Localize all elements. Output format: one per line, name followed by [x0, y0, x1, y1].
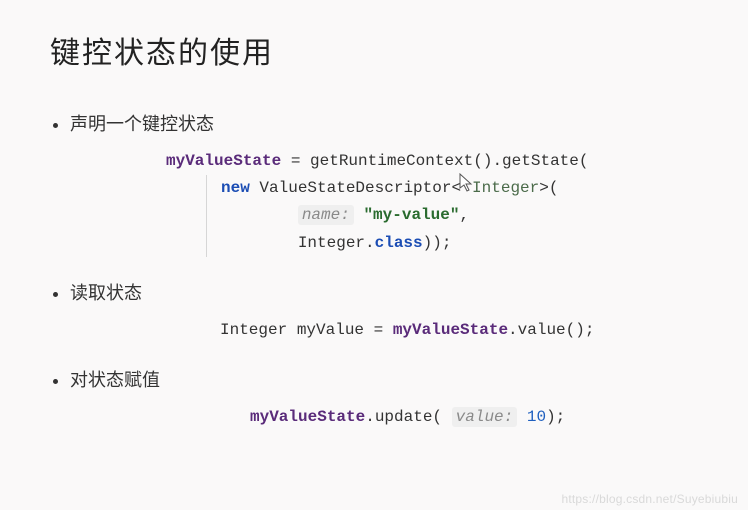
slide-title: 键控状态的使用: [50, 28, 698, 72]
mouse-cursor-icon: [461, 179, 472, 196]
code-block-update: myValueState.update( value: 10);: [70, 404, 698, 431]
bullet-declare-state: 声明一个键控状态 myValueState = getRuntimeContex…: [70, 110, 698, 257]
code-string: "my-value": [363, 206, 459, 224]
bullet-label: 对状态赋值: [70, 366, 160, 392]
code-var: myValueState: [393, 321, 508, 339]
code-text: = getRuntimeContext().getState(: [281, 152, 588, 170]
code-block-read: Integer myValue = myValueState.value();: [70, 317, 698, 344]
slide-content: 键控状态的使用 声明一个键控状态 myValueState = getRunti…: [0, 0, 748, 431]
bullet-read-state: 读取状态 Integer myValue = myValueState.valu…: [70, 279, 698, 344]
param-hint-value: value:: [452, 407, 518, 427]
bullet-update-state: 对状态赋值 myValueState.update( value: 10);: [70, 366, 698, 431]
code-text: >(: [539, 179, 558, 197]
code-var: myValueState: [250, 408, 365, 426]
param-hint-name: name:: [298, 205, 354, 225]
code-text: .update(: [365, 408, 442, 426]
code-text: ValueStateDescriptor<: [250, 179, 461, 197]
code-text: ,: [459, 206, 469, 224]
bullet-list: 声明一个键控状态 myValueState = getRuntimeContex…: [50, 110, 698, 431]
code-var: myValueState: [166, 152, 281, 170]
code-block-declare: myValueState = getRuntimeContext().getSt…: [70, 148, 698, 257]
code-number: 10: [527, 408, 546, 426]
code-text: Integer myValue =: [220, 321, 393, 339]
code-keyword-class: class: [375, 234, 423, 252]
code-text: ));: [423, 234, 452, 252]
watermark-text: https://blog.csdn.net/Suyebiubiu: [561, 492, 738, 506]
bullet-label: 读取状态: [70, 279, 142, 305]
code-keyword-new: new: [221, 179, 250, 197]
bullet-label: 声明一个键控状态: [70, 110, 214, 136]
code-text: );: [546, 408, 565, 426]
code-text: Integer.: [298, 234, 375, 252]
code-generic-type: Integer: [472, 179, 539, 197]
code-text: .value();: [508, 321, 594, 339]
